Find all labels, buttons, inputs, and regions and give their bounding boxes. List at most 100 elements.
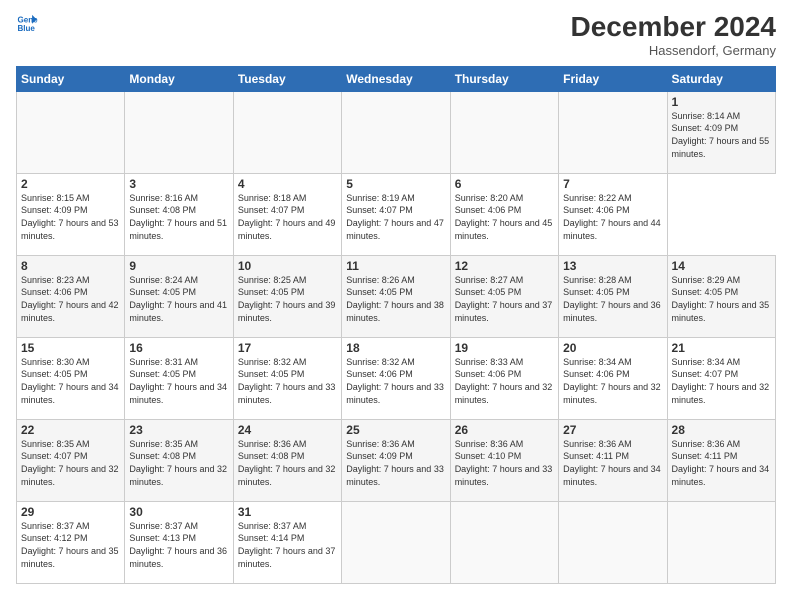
- calendar-cell: 20Sunrise: 8:34 AM Sunset: 4:06 PM Dayli…: [559, 337, 667, 419]
- calendar-cell: [559, 91, 667, 173]
- calendar-cell: 24Sunrise: 8:36 AM Sunset: 4:08 PM Dayli…: [233, 419, 341, 501]
- day-info: Sunrise: 8:19 AM Sunset: 4:07 PM Dayligh…: [346, 192, 445, 242]
- day-info: Sunrise: 8:34 AM Sunset: 4:06 PM Dayligh…: [563, 356, 662, 406]
- calendar-cell: 7Sunrise: 8:22 AM Sunset: 4:06 PM Daylig…: [559, 173, 667, 255]
- calendar-cell: 19Sunrise: 8:33 AM Sunset: 4:06 PM Dayli…: [450, 337, 558, 419]
- day-info: Sunrise: 8:35 AM Sunset: 4:07 PM Dayligh…: [21, 438, 120, 488]
- calendar-cell: [450, 91, 558, 173]
- month-title: December 2024: [571, 12, 776, 43]
- col-friday: Friday: [559, 66, 667, 91]
- calendar-cell: [17, 91, 125, 173]
- calendar-cell: 16Sunrise: 8:31 AM Sunset: 4:05 PM Dayli…: [125, 337, 233, 419]
- week-row-2: 8Sunrise: 8:23 AM Sunset: 4:06 PM Daylig…: [17, 255, 776, 337]
- day-number: 18: [346, 341, 445, 355]
- day-number: 10: [238, 259, 337, 273]
- calendar-cell: 2Sunrise: 8:15 AM Sunset: 4:09 PM Daylig…: [17, 173, 125, 255]
- day-info: Sunrise: 8:28 AM Sunset: 4:05 PM Dayligh…: [563, 274, 662, 324]
- header-row: Sunday Monday Tuesday Wednesday Thursday…: [17, 66, 776, 91]
- calendar-cell: 17Sunrise: 8:32 AM Sunset: 4:05 PM Dayli…: [233, 337, 341, 419]
- day-info: Sunrise: 8:37 AM Sunset: 4:13 PM Dayligh…: [129, 520, 228, 570]
- col-saturday: Saturday: [667, 66, 775, 91]
- logo-icon: General Blue: [16, 12, 38, 34]
- day-number: 9: [129, 259, 228, 273]
- day-info: Sunrise: 8:31 AM Sunset: 4:05 PM Dayligh…: [129, 356, 228, 406]
- calendar-cell: 9Sunrise: 8:24 AM Sunset: 4:05 PM Daylig…: [125, 255, 233, 337]
- day-number: 1: [672, 95, 771, 109]
- svg-text:Blue: Blue: [17, 24, 35, 33]
- calendar-cell: 10Sunrise: 8:25 AM Sunset: 4:05 PM Dayli…: [233, 255, 341, 337]
- calendar-cell: 21Sunrise: 8:34 AM Sunset: 4:07 PM Dayli…: [667, 337, 775, 419]
- day-info: Sunrise: 8:29 AM Sunset: 4:05 PM Dayligh…: [672, 274, 771, 324]
- day-number: 27: [563, 423, 662, 437]
- day-info: Sunrise: 8:25 AM Sunset: 4:05 PM Dayligh…: [238, 274, 337, 324]
- day-info: Sunrise: 8:22 AM Sunset: 4:06 PM Dayligh…: [563, 192, 662, 242]
- calendar-cell: 27Sunrise: 8:36 AM Sunset: 4:11 PM Dayli…: [559, 419, 667, 501]
- day-info: Sunrise: 8:14 AM Sunset: 4:09 PM Dayligh…: [672, 110, 771, 160]
- week-row-4: 22Sunrise: 8:35 AM Sunset: 4:07 PM Dayli…: [17, 419, 776, 501]
- week-row-3: 15Sunrise: 8:30 AM Sunset: 4:05 PM Dayli…: [17, 337, 776, 419]
- calendar-cell: 5Sunrise: 8:19 AM Sunset: 4:07 PM Daylig…: [342, 173, 450, 255]
- calendar-cell: 18Sunrise: 8:32 AM Sunset: 4:06 PM Dayli…: [342, 337, 450, 419]
- calendar-cell: 26Sunrise: 8:36 AM Sunset: 4:10 PM Dayli…: [450, 419, 558, 501]
- day-number: 11: [346, 259, 445, 273]
- logo: General Blue: [16, 12, 38, 34]
- day-number: 29: [21, 505, 120, 519]
- day-number: 20: [563, 341, 662, 355]
- calendar-cell: 15Sunrise: 8:30 AM Sunset: 4:05 PM Dayli…: [17, 337, 125, 419]
- day-number: 6: [455, 177, 554, 191]
- col-wednesday: Wednesday: [342, 66, 450, 91]
- day-info: Sunrise: 8:26 AM Sunset: 4:05 PM Dayligh…: [346, 274, 445, 324]
- day-info: Sunrise: 8:30 AM Sunset: 4:05 PM Dayligh…: [21, 356, 120, 406]
- calendar-cell: 12Sunrise: 8:27 AM Sunset: 4:05 PM Dayli…: [450, 255, 558, 337]
- day-number: 14: [672, 259, 771, 273]
- calendar-cell: 23Sunrise: 8:35 AM Sunset: 4:08 PM Dayli…: [125, 419, 233, 501]
- day-number: 25: [346, 423, 445, 437]
- day-info: Sunrise: 8:36 AM Sunset: 4:08 PM Dayligh…: [238, 438, 337, 488]
- calendar-cell: 28Sunrise: 8:36 AM Sunset: 4:11 PM Dayli…: [667, 419, 775, 501]
- calendar-cell: [233, 91, 341, 173]
- location: Hassendorf, Germany: [571, 43, 776, 58]
- calendar-cell: [559, 501, 667, 583]
- week-row-1: 2Sunrise: 8:15 AM Sunset: 4:09 PM Daylig…: [17, 173, 776, 255]
- day-info: Sunrise: 8:37 AM Sunset: 4:14 PM Dayligh…: [238, 520, 337, 570]
- day-number: 12: [455, 259, 554, 273]
- calendar-cell: [450, 501, 558, 583]
- day-number: 17: [238, 341, 337, 355]
- calendar-cell: 29Sunrise: 8:37 AM Sunset: 4:12 PM Dayli…: [17, 501, 125, 583]
- col-tuesday: Tuesday: [233, 66, 341, 91]
- day-number: 21: [672, 341, 771, 355]
- calendar-cell: [667, 501, 775, 583]
- calendar-table: Sunday Monday Tuesday Wednesday Thursday…: [16, 66, 776, 584]
- day-number: 13: [563, 259, 662, 273]
- calendar-cell: [125, 91, 233, 173]
- calendar-cell: 13Sunrise: 8:28 AM Sunset: 4:05 PM Dayli…: [559, 255, 667, 337]
- calendar-cell: [342, 91, 450, 173]
- day-number: 7: [563, 177, 662, 191]
- day-info: Sunrise: 8:37 AM Sunset: 4:12 PM Dayligh…: [21, 520, 120, 570]
- day-info: Sunrise: 8:27 AM Sunset: 4:05 PM Dayligh…: [455, 274, 554, 324]
- header: General Blue December 2024 Hassendorf, G…: [16, 12, 776, 58]
- calendar-cell: 22Sunrise: 8:35 AM Sunset: 4:07 PM Dayli…: [17, 419, 125, 501]
- day-number: 31: [238, 505, 337, 519]
- calendar-cell: 11Sunrise: 8:26 AM Sunset: 4:05 PM Dayli…: [342, 255, 450, 337]
- day-info: Sunrise: 8:32 AM Sunset: 4:06 PM Dayligh…: [346, 356, 445, 406]
- day-number: 22: [21, 423, 120, 437]
- day-number: 26: [455, 423, 554, 437]
- day-info: Sunrise: 8:20 AM Sunset: 4:06 PM Dayligh…: [455, 192, 554, 242]
- col-monday: Monday: [125, 66, 233, 91]
- day-info: Sunrise: 8:35 AM Sunset: 4:08 PM Dayligh…: [129, 438, 228, 488]
- calendar-cell: 1Sunrise: 8:14 AM Sunset: 4:09 PM Daylig…: [667, 91, 775, 173]
- day-info: Sunrise: 8:34 AM Sunset: 4:07 PM Dayligh…: [672, 356, 771, 406]
- day-number: 4: [238, 177, 337, 191]
- col-thursday: Thursday: [450, 66, 558, 91]
- title-block: December 2024 Hassendorf, Germany: [571, 12, 776, 58]
- day-number: 15: [21, 341, 120, 355]
- day-info: Sunrise: 8:36 AM Sunset: 4:11 PM Dayligh…: [563, 438, 662, 488]
- day-info: Sunrise: 8:15 AM Sunset: 4:09 PM Dayligh…: [21, 192, 120, 242]
- day-info: Sunrise: 8:36 AM Sunset: 4:11 PM Dayligh…: [672, 438, 771, 488]
- day-info: Sunrise: 8:36 AM Sunset: 4:09 PM Dayligh…: [346, 438, 445, 488]
- week-row-0: 1Sunrise: 8:14 AM Sunset: 4:09 PM Daylig…: [17, 91, 776, 173]
- calendar-cell: 4Sunrise: 8:18 AM Sunset: 4:07 PM Daylig…: [233, 173, 341, 255]
- day-info: Sunrise: 8:23 AM Sunset: 4:06 PM Dayligh…: [21, 274, 120, 324]
- day-number: 23: [129, 423, 228, 437]
